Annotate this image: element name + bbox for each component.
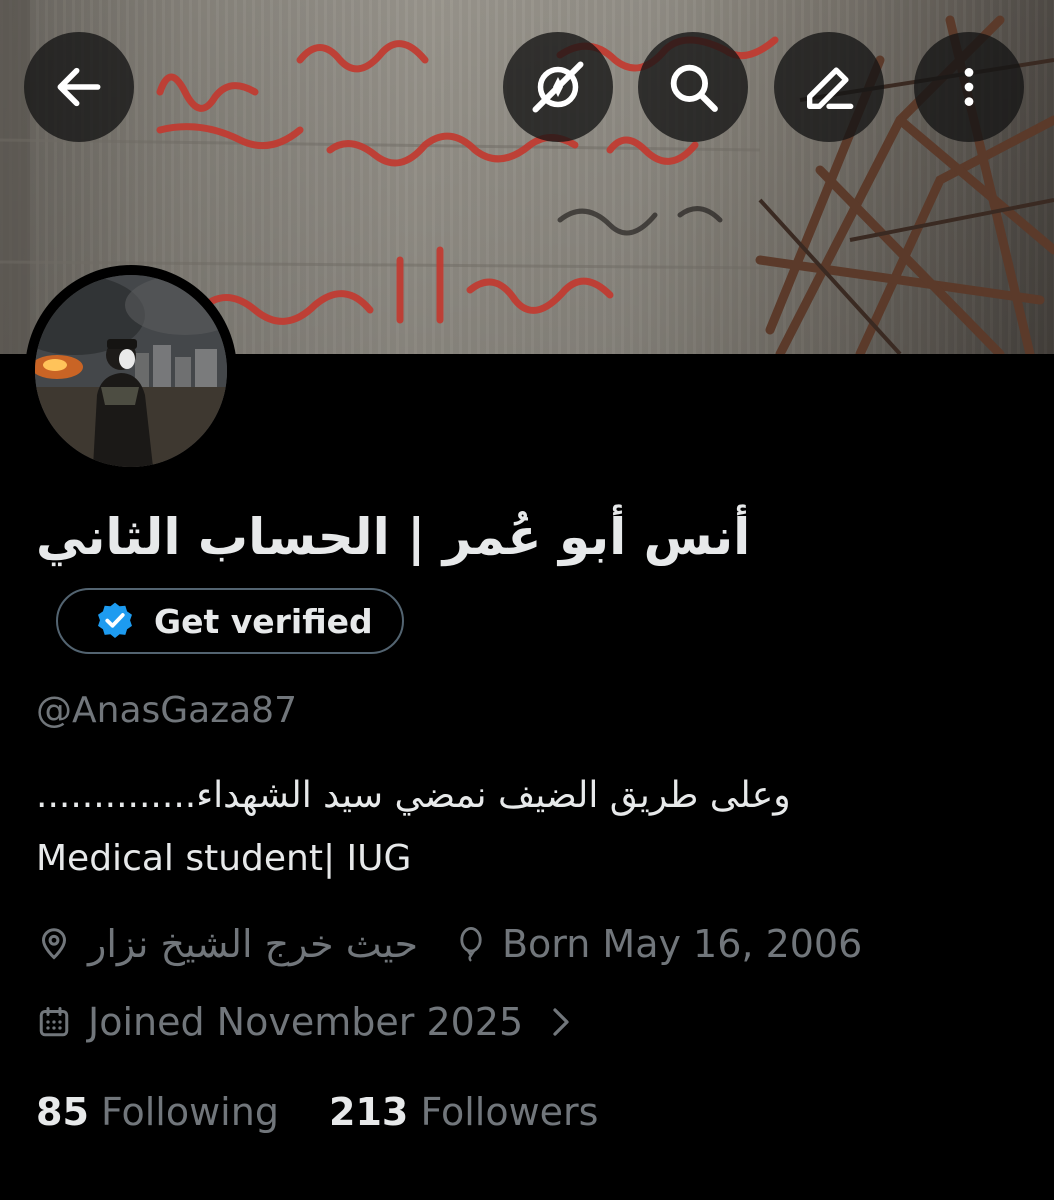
- joined-date-text: Joined November 2025: [88, 1000, 524, 1044]
- edit-icon: [807, 67, 854, 109]
- verified-badge-icon: [98, 602, 132, 638]
- profile-meta-row-1: حيث خرج الشيخ نزار Born May 16, 2006: [36, 922, 862, 966]
- birth-date-text: Born May 16, 2006: [501, 922, 863, 966]
- bio-line-2: Medical student| IUG: [36, 838, 412, 879]
- get-verified-label: Get verified: [154, 601, 373, 641]
- following-label: Following: [100, 1090, 279, 1134]
- back-button[interactable]: [24, 32, 134, 142]
- following-link[interactable]: 85 Following: [36, 1090, 291, 1134]
- arrow-left-icon: [57, 67, 101, 107]
- calendar-icon: [36, 1004, 72, 1040]
- balloon-icon: [454, 925, 488, 963]
- edit-button[interactable]: [774, 32, 884, 142]
- display-name: أنس أبو عُمر | الحساب الثاني: [36, 508, 751, 566]
- follow-stats: 85 Following 213 Followers: [36, 1090, 598, 1134]
- followers-link[interactable]: 213 Followers: [329, 1090, 598, 1134]
- followers-count: 213: [329, 1090, 409, 1134]
- avatar-image: [35, 275, 227, 467]
- chevron-right-icon: [547, 1004, 575, 1040]
- bio-line-1: وعلى طريق الضيف نمضي سيد الشهداء........…: [36, 775, 791, 816]
- followers-label: Followers: [420, 1090, 599, 1134]
- avatar[interactable]: [25, 265, 237, 477]
- more-vertical-icon: [964, 68, 974, 106]
- location-pin-icon: [36, 926, 72, 962]
- get-verified-button[interactable]: Get verified: [56, 588, 404, 654]
- grok-button[interactable]: [503, 32, 613, 142]
- profile-page: أنس أبو عُمر | الحساب الثاني Get verifie…: [0, 0, 1054, 1200]
- following-count: 85: [36, 1090, 89, 1134]
- more-button[interactable]: [914, 32, 1024, 142]
- username-handle: @AnasGaza87: [36, 690, 297, 731]
- search-icon: [670, 64, 718, 112]
- joined-row[interactable]: Joined November 2025: [36, 1000, 575, 1044]
- location-text: حيث خرج الشيخ نزار: [88, 922, 418, 966]
- search-button[interactable]: [638, 32, 748, 142]
- sparkle-off-icon: [532, 61, 584, 113]
